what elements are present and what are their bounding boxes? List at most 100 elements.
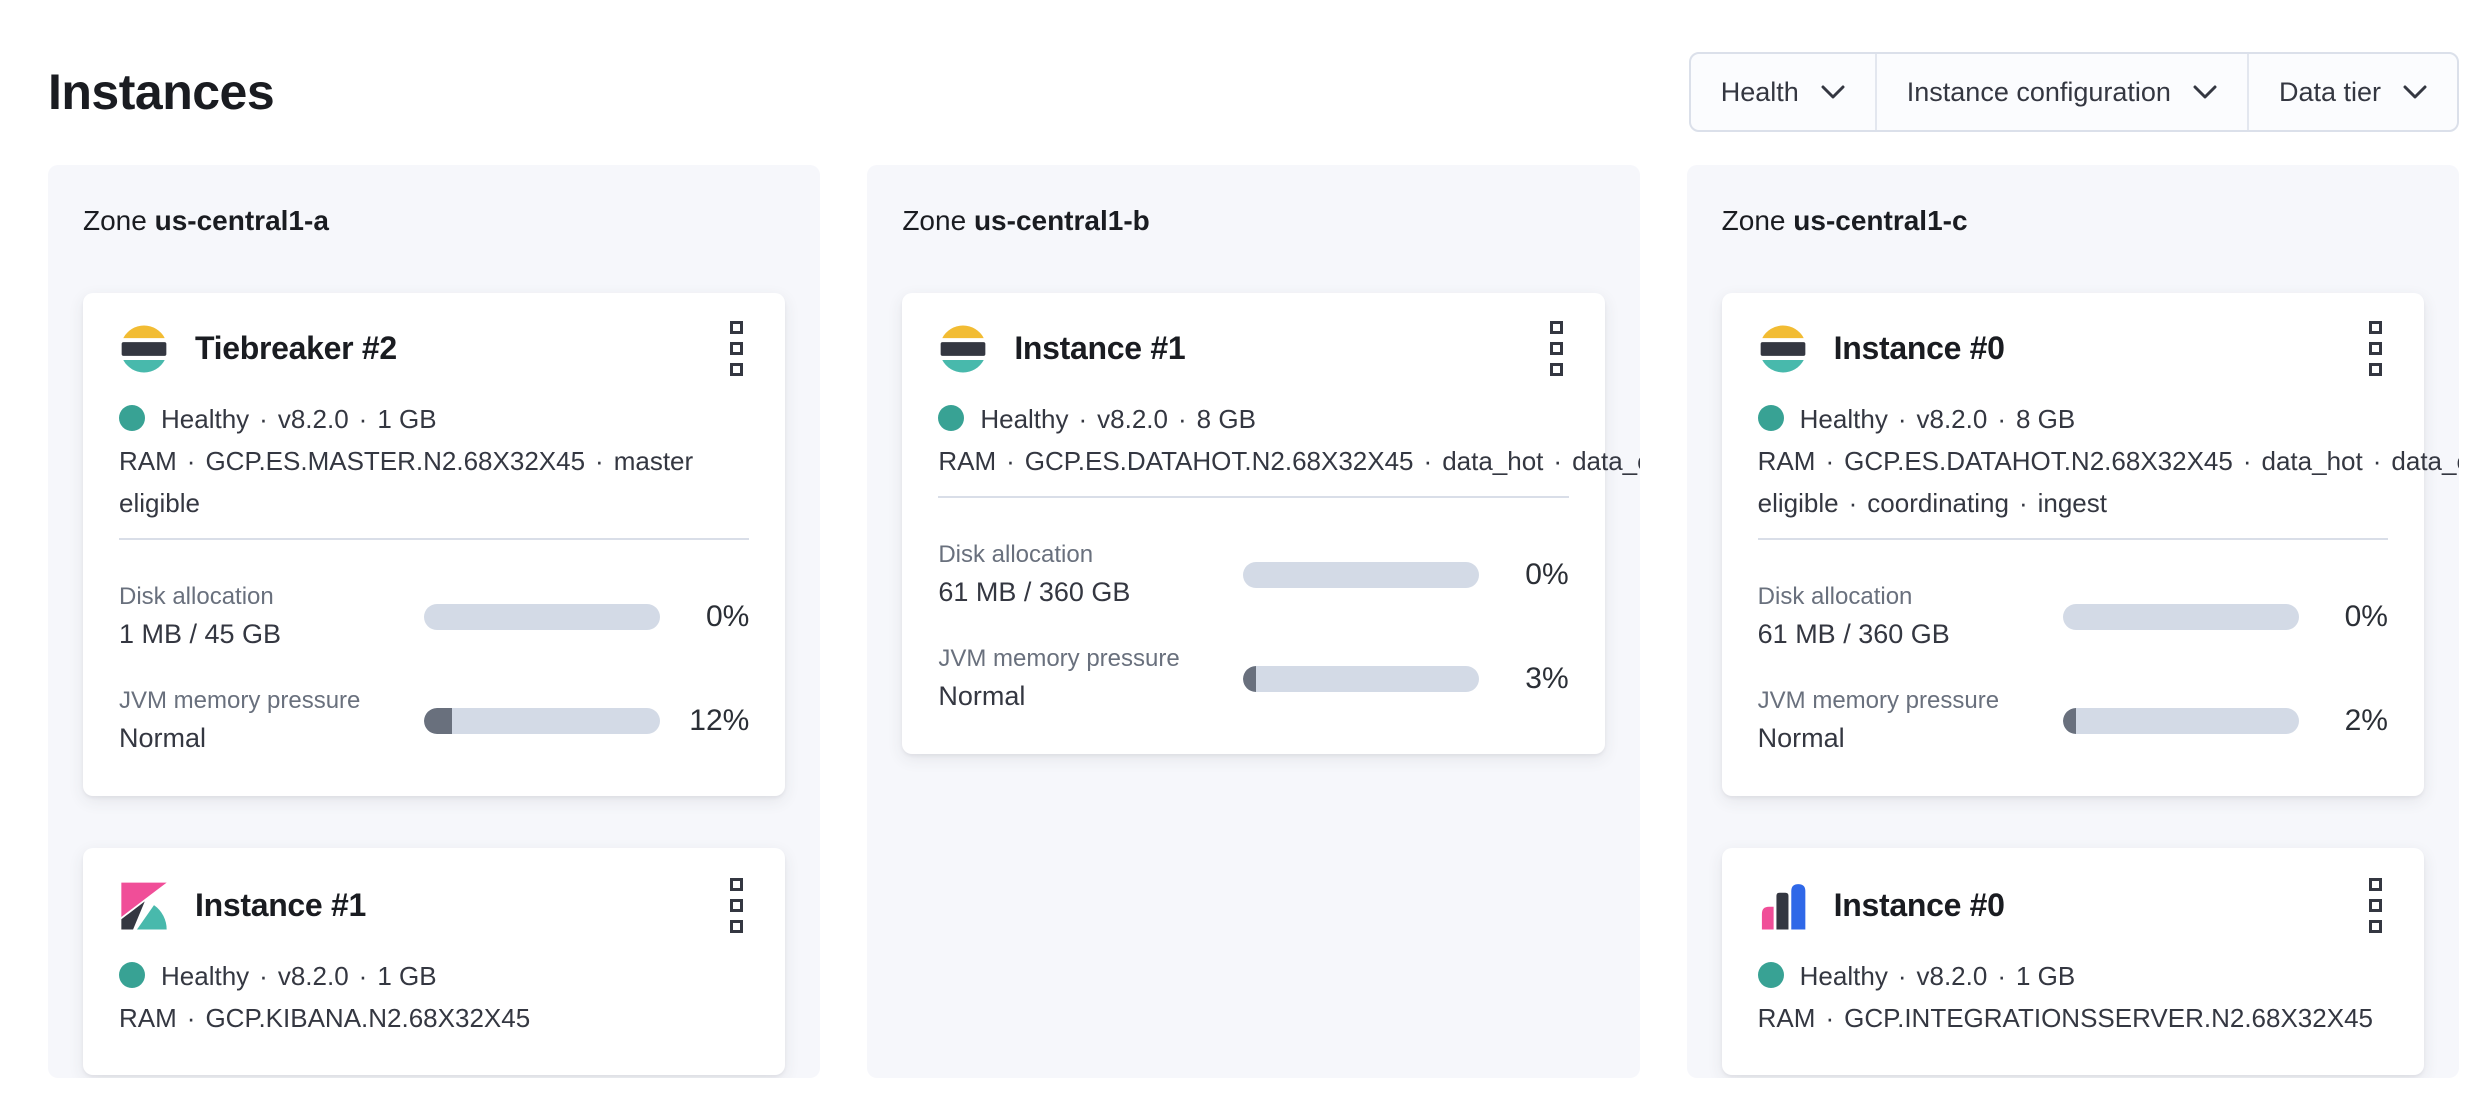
filter-button-label: Data tier bbox=[2279, 77, 2381, 108]
instance-card: Instance #0 Healthy·v8.2.0·8 GB RAM·GCP.… bbox=[1722, 293, 2424, 796]
boxes-vertical-icon bbox=[730, 878, 743, 933]
health-dot-icon bbox=[938, 405, 964, 431]
filter-button-label: Health bbox=[1721, 77, 1799, 108]
meta-separator: · bbox=[1825, 446, 1834, 476]
zone-heading: Zone us-central1-b bbox=[902, 201, 1604, 241]
meta-separator: · bbox=[1849, 488, 1858, 518]
instance-card: Tiebreaker #2 Healthy·v8.2.0·1 GB RAM·GC… bbox=[83, 293, 785, 796]
meta-item: GCP.ES.DATAHOT.N2.68X32X45 bbox=[1844, 446, 2233, 476]
elasticsearch-logo-icon bbox=[1758, 324, 1808, 374]
usage-bar bbox=[2063, 604, 2299, 630]
meta-item: Healthy bbox=[1800, 961, 1888, 991]
zone-label: Zone bbox=[902, 205, 966, 236]
meta-item: v8.2.0 bbox=[1916, 404, 1987, 434]
meta-separator: · bbox=[1006, 446, 1015, 476]
chevron-down-icon bbox=[2193, 85, 2217, 99]
zone-cards: Instance #1 Healthy·v8.2.0·8 GB RAM·GCP.… bbox=[902, 293, 1604, 754]
meta-item: v8.2.0 bbox=[1916, 961, 1987, 991]
instances-page: Instances Health Instance configuration … bbox=[0, 0, 2490, 1102]
stat-left: JVM memory pressure Normal bbox=[938, 642, 1243, 716]
elasticsearch-logo-icon bbox=[938, 324, 988, 374]
meta-item: data_hot bbox=[1442, 446, 1543, 476]
page-header: Instances Health Instance configuration … bbox=[48, 52, 2459, 132]
card-divider bbox=[1758, 538, 2388, 540]
stat-value: Normal bbox=[119, 718, 424, 758]
instance-actions-button[interactable] bbox=[724, 317, 749, 380]
instance-meta: Healthy·v8.2.0·1 GB RAM·GCP.ES.MASTER.N2… bbox=[119, 398, 749, 524]
instance-card: Instance #1 Healthy·v8.2.0·1 GB RAM·GCP.… bbox=[83, 848, 785, 1075]
meta-separator: · bbox=[1898, 961, 1907, 991]
stat-percent: 0% bbox=[1525, 558, 1568, 592]
card-header: Instance #1 bbox=[119, 874, 749, 937]
zone-cards: Instance #0 Healthy·v8.2.0·8 GB RAM·GCP.… bbox=[1722, 293, 2424, 1075]
stat-left: JVM memory pressure Normal bbox=[119, 684, 424, 758]
instance-actions-button[interactable] bbox=[2363, 874, 2388, 937]
zone-panel: Zone us-central1-b Instance #1 Healthy·v… bbox=[867, 165, 1639, 1078]
elasticsearch-logo-svg bbox=[1758, 324, 1808, 374]
meta-separator: · bbox=[1997, 961, 2006, 991]
instance-actions-button[interactable] bbox=[724, 874, 749, 937]
chevron-down-icon bbox=[1821, 85, 1845, 99]
meta-item: data_content bbox=[1572, 446, 1640, 476]
health-dot-icon bbox=[119, 962, 145, 988]
card-header: Instance #0 bbox=[1758, 874, 2388, 937]
stat-row: Disk allocation 1 MB / 45 GB 0% bbox=[119, 580, 749, 654]
stat-value: Normal bbox=[938, 676, 1243, 716]
zone-label: Zone bbox=[83, 205, 147, 236]
instance-meta: Healthy·v8.2.0·1 GB RAM·GCP.KIBANA.N2.68… bbox=[119, 955, 749, 1039]
stat-value: 61 MB / 360 GB bbox=[1758, 614, 2063, 654]
kibana-logo-icon bbox=[119, 881, 169, 931]
usage-bar bbox=[1243, 562, 1479, 588]
meta-separator: · bbox=[595, 446, 604, 476]
meta-separator: · bbox=[1997, 404, 2006, 434]
filter-button-instance-configuration[interactable]: Instance configuration bbox=[1875, 54, 2247, 130]
instance-title: Tiebreaker #2 bbox=[195, 330, 397, 367]
card-stats: Disk allocation 61 MB / 360 GB 0% JVM me… bbox=[1758, 580, 2388, 758]
health-dot-icon bbox=[1758, 962, 1784, 988]
instance-meta: Healthy·v8.2.0·1 GB RAM·GCP.INTEGRATIONS… bbox=[1758, 955, 2388, 1039]
meta-item: GCP.ES.MASTER.N2.68X32X45 bbox=[205, 446, 585, 476]
stat-percent: 2% bbox=[2345, 704, 2388, 738]
stat-label: JVM memory pressure bbox=[119, 684, 424, 718]
meta-item: Healthy bbox=[161, 404, 249, 434]
usage-bar-fill bbox=[2063, 708, 2076, 734]
filter-button-data-tier[interactable]: Data tier bbox=[2247, 54, 2457, 130]
usage-bar-fill bbox=[424, 708, 452, 734]
stat-label: Disk allocation bbox=[938, 538, 1243, 572]
meta-item: coordinating bbox=[1867, 488, 2009, 518]
meta-separator: · bbox=[2373, 446, 2382, 476]
filter-button-health[interactable]: Health bbox=[1691, 54, 1875, 130]
meta-separator: · bbox=[1825, 1003, 1834, 1033]
stat-left: Disk allocation 61 MB / 360 GB bbox=[1758, 580, 2063, 654]
meta-separator: · bbox=[1898, 404, 1907, 434]
stat-left: Disk allocation 61 MB / 360 GB bbox=[938, 538, 1243, 612]
elasticsearch-logo-svg bbox=[119, 324, 169, 374]
zone-heading: Zone us-central1-c bbox=[1722, 201, 2424, 241]
meta-separator: · bbox=[259, 404, 268, 434]
stat-row: Disk allocation 61 MB / 360 GB 0% bbox=[1758, 580, 2388, 654]
stat-row: JVM memory pressure Normal 2% bbox=[1758, 684, 2388, 758]
instance-actions-button[interactable] bbox=[2363, 317, 2388, 380]
meta-separator: · bbox=[359, 961, 368, 991]
meta-separator: · bbox=[1178, 404, 1187, 434]
zone-name: us-central1-a bbox=[155, 205, 329, 236]
card-header: Instance #0 bbox=[1758, 317, 2388, 380]
boxes-vertical-icon bbox=[730, 321, 743, 376]
page-title: Instances bbox=[48, 63, 274, 121]
instance-actions-button[interactable] bbox=[1544, 317, 1569, 380]
meta-item: Healthy bbox=[161, 961, 249, 991]
stat-percent: 3% bbox=[1525, 662, 1568, 696]
zone-panel: Zone us-central1-a Tiebreaker #2 Healthy… bbox=[48, 165, 820, 1078]
stat-value: Normal bbox=[1758, 718, 2063, 758]
instance-title: Instance #1 bbox=[195, 887, 366, 924]
meta-item: v8.2.0 bbox=[278, 961, 349, 991]
meta-item: data_content bbox=[2391, 446, 2459, 476]
zones-grid: Zone us-central1-a Tiebreaker #2 Healthy… bbox=[48, 165, 2459, 1078]
instance-card: Instance #1 Healthy·v8.2.0·8 GB RAM·GCP.… bbox=[902, 293, 1604, 754]
usage-bar-fill bbox=[1243, 666, 1256, 692]
instance-title: Instance #0 bbox=[1834, 330, 2005, 367]
integrations-server-logo-icon bbox=[1758, 881, 1808, 931]
meta-item: v8.2.0 bbox=[278, 404, 349, 434]
card-stats: Disk allocation 61 MB / 360 GB 0% JVM me… bbox=[938, 538, 1568, 716]
meta-item: v8.2.0 bbox=[1097, 404, 1168, 434]
